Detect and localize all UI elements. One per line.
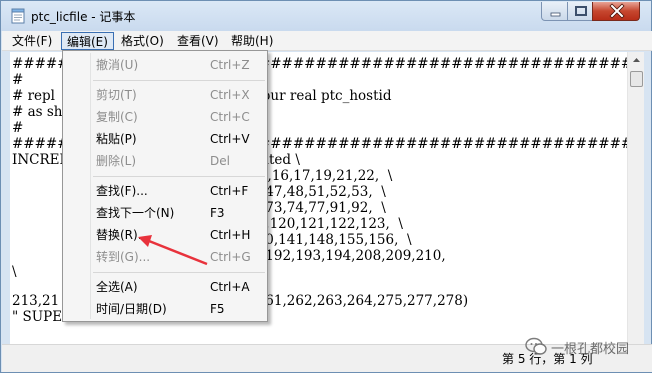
annotation-arrow-icon: [138, 235, 208, 266]
notepad-window: ptc_licfile - 记事本 文件(F) 编辑(E) 格式(O) 查看(V…: [0, 0, 652, 373]
